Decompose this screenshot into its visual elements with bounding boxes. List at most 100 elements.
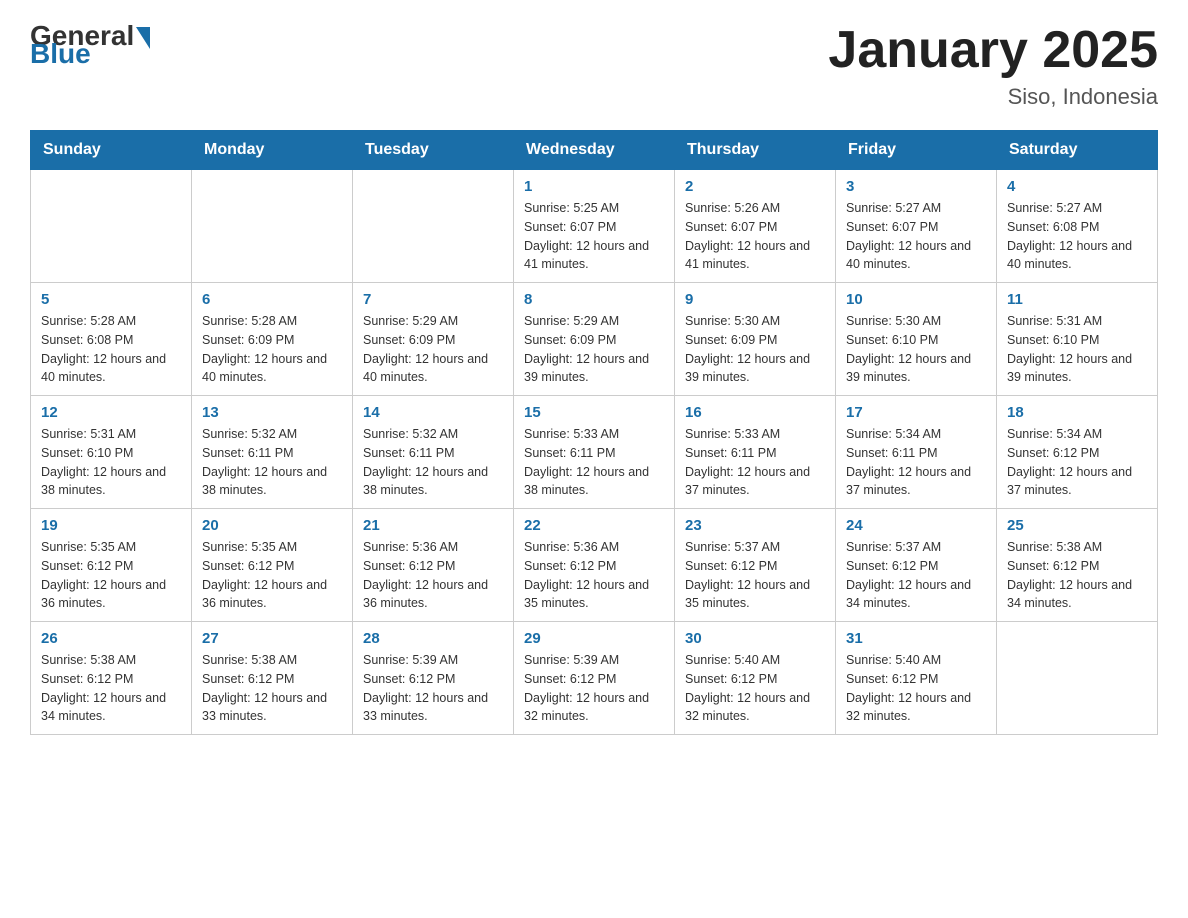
day-number: 5 xyxy=(41,291,181,308)
day-number: 25 xyxy=(1007,517,1147,534)
day-number: 24 xyxy=(846,517,986,534)
logo: General Blue xyxy=(30,20,150,70)
col-monday: Monday xyxy=(192,131,353,170)
col-sunday: Sunday xyxy=(31,131,192,170)
title-block: January 2025 Siso, Indonesia xyxy=(828,20,1158,110)
day-info: Sunrise: 5:38 AMSunset: 6:12 PMDaylight:… xyxy=(41,651,181,726)
day-info: Sunrise: 5:27 AMSunset: 6:08 PMDaylight:… xyxy=(1007,199,1147,274)
day-number: 29 xyxy=(524,630,664,647)
calendar-cell: 31 Sunrise: 5:40 AMSunset: 6:12 PMDayligh… xyxy=(836,622,997,735)
day-info: Sunrise: 5:32 AMSunset: 6:11 PMDaylight:… xyxy=(202,425,342,500)
day-info: Sunrise: 5:37 AMSunset: 6:12 PMDaylight:… xyxy=(846,538,986,613)
day-info: Sunrise: 5:31 AMSunset: 6:10 PMDaylight:… xyxy=(41,425,181,500)
day-info: Sunrise: 5:34 AMSunset: 6:11 PMDaylight:… xyxy=(846,425,986,500)
day-number: 12 xyxy=(41,404,181,421)
day-number: 31 xyxy=(846,630,986,647)
calendar-cell: 19 Sunrise: 5:35 AMSunset: 6:12 PMDayligh… xyxy=(31,509,192,622)
col-friday: Friday xyxy=(836,131,997,170)
day-number: 17 xyxy=(846,404,986,421)
col-thursday: Thursday xyxy=(675,131,836,170)
day-number: 1 xyxy=(524,178,664,195)
day-number: 20 xyxy=(202,517,342,534)
logo-blue-text: Blue xyxy=(30,38,91,70)
calendar-cell: 27Sunrise: 5:38 AMSunset: 6:12 PMDayligh… xyxy=(192,622,353,735)
day-number: 11 xyxy=(1007,291,1147,308)
col-tuesday: Tuesday xyxy=(353,131,514,170)
calendar-cell xyxy=(353,170,514,283)
calendar-cell: 1 Sunrise: 5:25 AMSunset: 6:07 PMDaylight… xyxy=(514,170,675,283)
calendar-cell: 3 Sunrise: 5:27 AMSunset: 6:07 PMDaylight… xyxy=(836,170,997,283)
day-info: Sunrise: 5:34 AMSunset: 6:12 PMDaylight:… xyxy=(1007,425,1147,500)
day-info: Sunrise: 5:36 AMSunset: 6:12 PMDaylight:… xyxy=(363,538,503,613)
calendar-cell: 21Sunrise: 5:36 AMSunset: 6:12 PMDayligh… xyxy=(353,509,514,622)
day-number: 23 xyxy=(685,517,825,534)
day-info: Sunrise: 5:25 AMSunset: 6:07 PMDaylight:… xyxy=(524,199,664,274)
calendar-cell: 16Sunrise: 5:33 AMSunset: 6:11 PMDayligh… xyxy=(675,396,836,509)
day-info: Sunrise: 5:40 AMSunset: 6:12 PMDaylight:… xyxy=(685,651,825,726)
calendar-cell: 29Sunrise: 5:39 AMSunset: 6:12 PMDayligh… xyxy=(514,622,675,735)
calendar-cell xyxy=(997,622,1158,735)
day-number: 19 xyxy=(41,517,181,534)
day-info: Sunrise: 5:28 AMSunset: 6:09 PMDaylight:… xyxy=(202,312,342,387)
calendar-cell: 20 Sunrise: 5:35 AMSunset: 6:12 PMDayligh… xyxy=(192,509,353,622)
calendar-cell: 22Sunrise: 5:36 AMSunset: 6:12 PMDayligh… xyxy=(514,509,675,622)
calendar-week-row: 19 Sunrise: 5:35 AMSunset: 6:12 PMDayligh… xyxy=(31,509,1158,622)
calendar-cell: 18 Sunrise: 5:34 AMSunset: 6:12 PMDayligh… xyxy=(997,396,1158,509)
day-info: Sunrise: 5:37 AMSunset: 6:12 PMDaylight:… xyxy=(685,538,825,613)
day-info: Sunrise: 5:27 AMSunset: 6:07 PMDaylight:… xyxy=(846,199,986,274)
day-number: 9 xyxy=(685,291,825,308)
calendar-cell: 13 Sunrise: 5:32 AMSunset: 6:11 PMDayligh… xyxy=(192,396,353,509)
calendar-cell: 30 Sunrise: 5:40 AMSunset: 6:12 PMDayligh… xyxy=(675,622,836,735)
day-info: Sunrise: 5:40 AMSunset: 6:12 PMDaylight:… xyxy=(846,651,986,726)
day-number: 3 xyxy=(846,178,986,195)
day-number: 26 xyxy=(41,630,181,647)
calendar-week-row: 26 Sunrise: 5:38 AMSunset: 6:12 PMDayligh… xyxy=(31,622,1158,735)
calendar-week-row: 1 Sunrise: 5:25 AMSunset: 6:07 PMDaylight… xyxy=(31,170,1158,283)
calendar-cell: 7 Sunrise: 5:29 AMSunset: 6:09 PMDaylight… xyxy=(353,283,514,396)
day-number: 8 xyxy=(524,291,664,308)
logo-arrow-icon xyxy=(136,27,150,49)
calendar-cell: 17 Sunrise: 5:34 AMSunset: 6:11 PMDayligh… xyxy=(836,396,997,509)
day-info: Sunrise: 5:39 AMSunset: 6:12 PMDaylight:… xyxy=(363,651,503,726)
day-number: 14 xyxy=(363,404,503,421)
day-info: Sunrise: 5:38 AMSunset: 6:12 PMDaylight:… xyxy=(1007,538,1147,613)
calendar-cell: 12 Sunrise: 5:31 AMSunset: 6:10 PMDayligh… xyxy=(31,396,192,509)
calendar-cell: 24 Sunrise: 5:37 AMSunset: 6:12 PMDayligh… xyxy=(836,509,997,622)
day-info: Sunrise: 5:26 AMSunset: 6:07 PMDaylight:… xyxy=(685,199,825,274)
day-number: 15 xyxy=(524,404,664,421)
calendar-cell: 2Sunrise: 5:26 AMSunset: 6:07 PMDaylight… xyxy=(675,170,836,283)
page-subtitle: Siso, Indonesia xyxy=(828,84,1158,110)
day-number: 10 xyxy=(846,291,986,308)
calendar-week-row: 5Sunrise: 5:28 AMSunset: 6:08 PMDaylight… xyxy=(31,283,1158,396)
day-info: Sunrise: 5:35 AMSunset: 6:12 PMDaylight:… xyxy=(202,538,342,613)
day-info: Sunrise: 5:35 AMSunset: 6:12 PMDaylight:… xyxy=(41,538,181,613)
day-number: 18 xyxy=(1007,404,1147,421)
calendar-cell: 5Sunrise: 5:28 AMSunset: 6:08 PMDaylight… xyxy=(31,283,192,396)
page-header: General Blue January 2025 Siso, Indonesi… xyxy=(30,20,1158,110)
calendar-cell: 14Sunrise: 5:32 AMSunset: 6:11 PMDayligh… xyxy=(353,396,514,509)
calendar-cell: 9 Sunrise: 5:30 AMSunset: 6:09 PMDaylight… xyxy=(675,283,836,396)
day-info: Sunrise: 5:31 AMSunset: 6:10 PMDaylight:… xyxy=(1007,312,1147,387)
day-number: 16 xyxy=(685,404,825,421)
day-number: 7 xyxy=(363,291,503,308)
calendar-cell: 25 Sunrise: 5:38 AMSunset: 6:12 PMDayligh… xyxy=(997,509,1158,622)
calendar-cell xyxy=(31,170,192,283)
day-info: Sunrise: 5:33 AMSunset: 6:11 PMDaylight:… xyxy=(524,425,664,500)
calendar-header-row: Sunday Monday Tuesday Wednesday Thursday… xyxy=(31,131,1158,170)
day-info: Sunrise: 5:30 AMSunset: 6:09 PMDaylight:… xyxy=(685,312,825,387)
day-number: 13 xyxy=(202,404,342,421)
calendar-cell: 15 Sunrise: 5:33 AMSunset: 6:11 PMDayligh… xyxy=(514,396,675,509)
page-title: January 2025 xyxy=(828,20,1158,80)
calendar-cell: 26 Sunrise: 5:38 AMSunset: 6:12 PMDayligh… xyxy=(31,622,192,735)
calendar-table: Sunday Monday Tuesday Wednesday Thursday… xyxy=(30,130,1158,735)
day-info: Sunrise: 5:36 AMSunset: 6:12 PMDaylight:… xyxy=(524,538,664,613)
day-info: Sunrise: 5:29 AMSunset: 6:09 PMDaylight:… xyxy=(363,312,503,387)
day-number: 30 xyxy=(685,630,825,647)
day-info: Sunrise: 5:29 AMSunset: 6:09 PMDaylight:… xyxy=(524,312,664,387)
calendar-cell: 23 Sunrise: 5:37 AMSunset: 6:12 PMDayligh… xyxy=(675,509,836,622)
calendar-cell: 4Sunrise: 5:27 AMSunset: 6:08 PMDaylight… xyxy=(997,170,1158,283)
day-number: 28 xyxy=(363,630,503,647)
col-saturday: Saturday xyxy=(997,131,1158,170)
col-wednesday: Wednesday xyxy=(514,131,675,170)
calendar-cell: 8 Sunrise: 5:29 AMSunset: 6:09 PMDaylight… xyxy=(514,283,675,396)
